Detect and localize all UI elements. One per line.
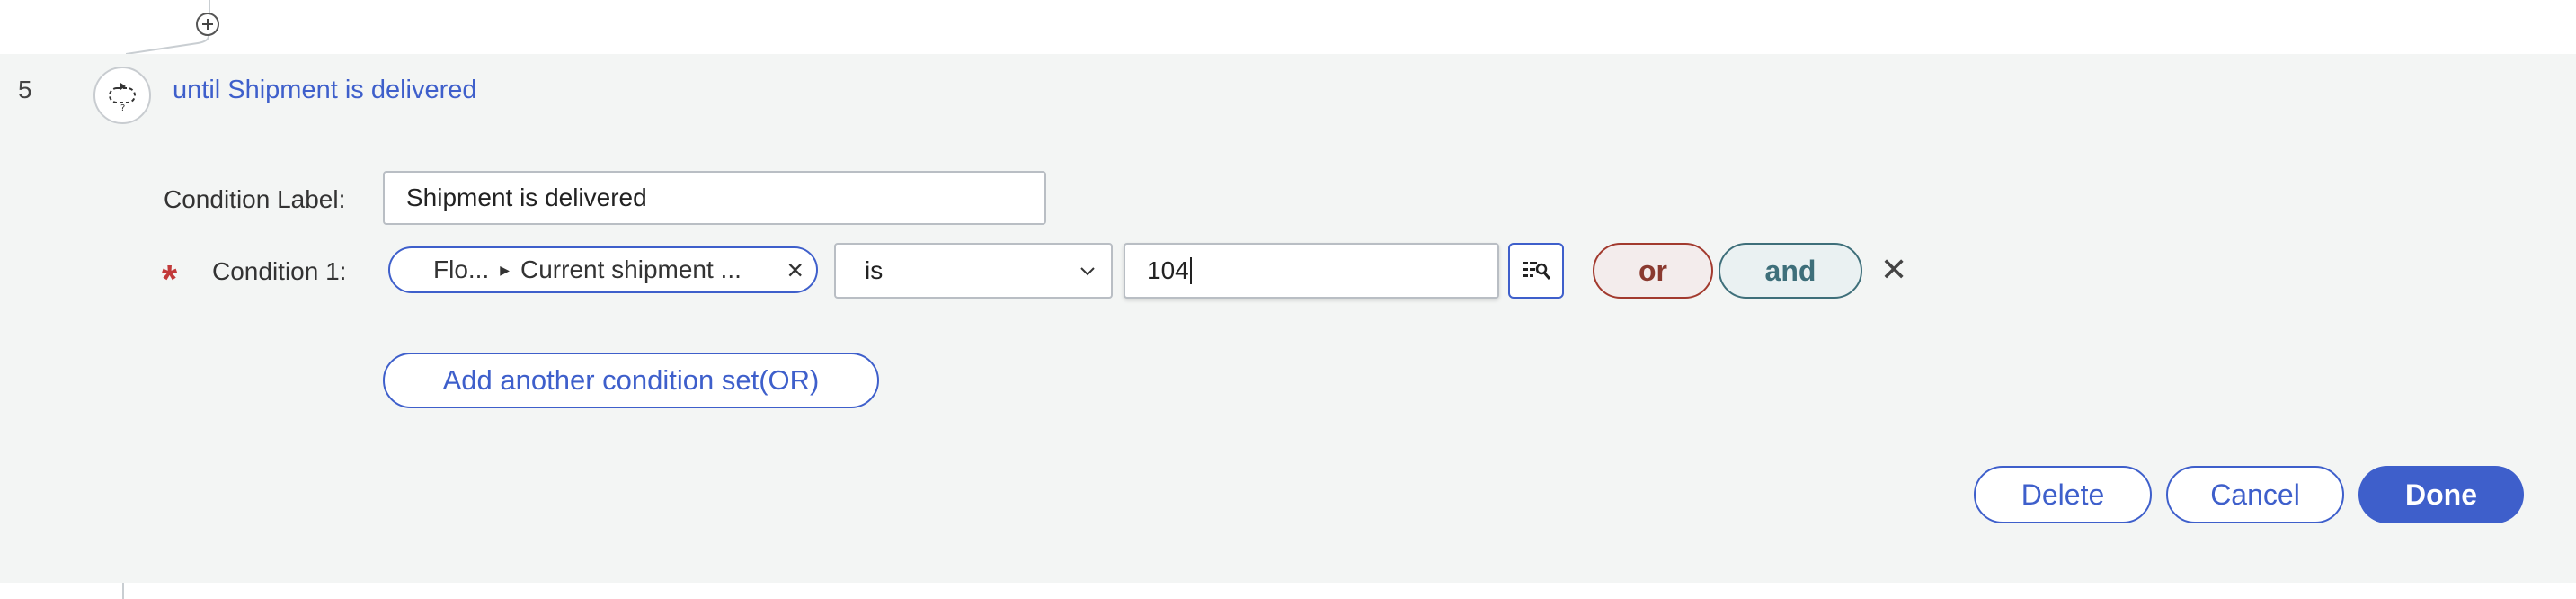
condition-value-input[interactable]: 104	[1124, 243, 1499, 299]
data-picker-button[interactable]	[1508, 243, 1564, 299]
flow-connector-line	[126, 36, 209, 55]
path-separator-icon: ▶	[500, 262, 511, 277]
operator-value: is	[865, 256, 884, 284]
add-condition-set-button[interactable]: Add another condition set(OR)	[383, 353, 879, 408]
step-number: 5	[18, 76, 32, 103]
condition-label-input[interactable]: Shipment is delivered	[383, 171, 1046, 225]
loop-icon: ?	[109, 83, 136, 113]
field-path-segment: Flo...	[433, 255, 490, 283]
clear-field-icon[interactable]: ×	[786, 255, 804, 284]
required-marker: *	[162, 257, 178, 301]
delete-button[interactable]: Delete	[1974, 466, 2152, 523]
condition-label-value: Shipment is delivered	[406, 183, 647, 211]
loop-step-icon: ?	[93, 67, 151, 124]
svg-text:?: ?	[120, 103, 125, 113]
done-button[interactable]: Done	[2358, 466, 2524, 523]
operator-select[interactable]: is	[834, 243, 1113, 299]
or-button[interactable]: or	[1593, 243, 1713, 299]
step-title[interactable]: until Shipment is delivered	[173, 76, 477, 105]
chevron-down-icon	[1080, 267, 1095, 276]
text-caret	[1189, 257, 1192, 284]
plus-circle-icon	[202, 19, 213, 30]
field-path-segment: Current shipment ...	[520, 255, 742, 283]
condition-label-text: Condition Label:	[164, 185, 346, 213]
condition-1-label: Condition 1:	[212, 257, 347, 285]
flow-connector	[122, 583, 124, 599]
cancel-button[interactable]: Cancel	[2166, 466, 2344, 523]
and-button[interactable]: and	[1719, 243, 1862, 299]
data-picker-icon	[1523, 262, 1551, 280]
condition-value: 104	[1147, 256, 1189, 284]
add-step-button[interactable]	[196, 13, 219, 36]
condition-field-pill[interactable]: Flo... ▶ Current shipment ... ×	[388, 246, 818, 293]
remove-condition-icon[interactable]: ✕	[1880, 252, 1907, 288]
